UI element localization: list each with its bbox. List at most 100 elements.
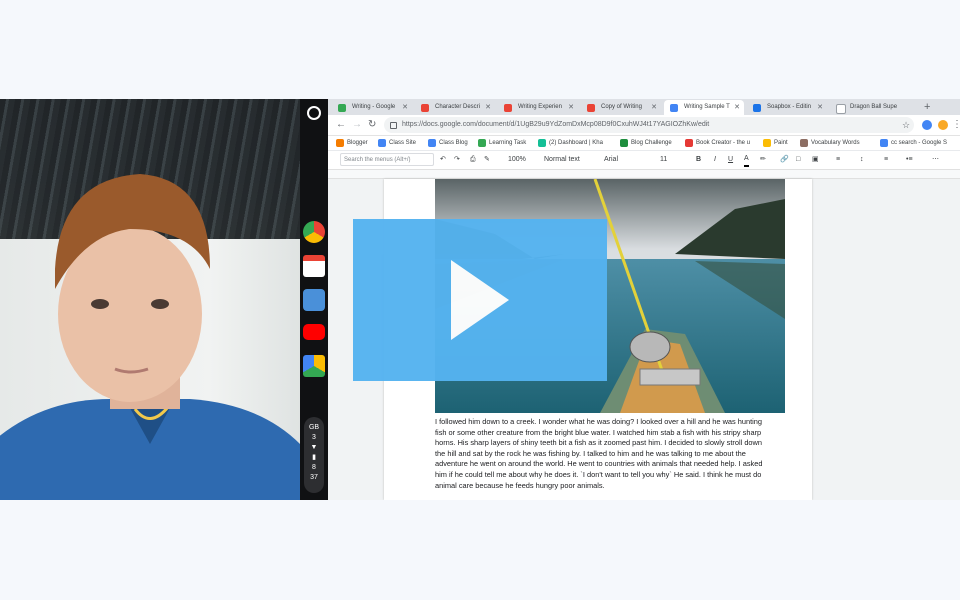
tab[interactable]: Dragon Ball Supe: [830, 100, 910, 115]
tab-label: Writing Experien: [518, 104, 562, 110]
forward-icon[interactable]: →: [352, 117, 362, 133]
bookmark-star-icon[interactable]: ☆: [902, 117, 910, 133]
highlight-icon[interactable]: ✏: [760, 153, 766, 167]
paint-format-icon[interactable]: ✎: [484, 153, 490, 167]
bookmark-label: cc search - Google S: [891, 140, 948, 146]
page-icon: [836, 104, 846, 114]
close-icon[interactable]: ✕: [402, 100, 408, 115]
paint-icon: [763, 139, 771, 147]
webcam-feed: [0, 99, 300, 500]
bookmark-label: (2) Dashboard | Kha: [549, 140, 603, 146]
close-icon[interactable]: ✕: [734, 100, 740, 115]
tab-active[interactable]: Writing Sample T ✕: [664, 100, 744, 115]
tab-label: Writing - Google: [352, 104, 396, 110]
checklist-icon[interactable]: ≡: [884, 153, 888, 167]
line-spacing-icon[interactable]: ↕: [860, 153, 864, 167]
tab[interactable]: Character Descri ✕: [415, 100, 495, 115]
wifi-icon: ▼: [310, 444, 318, 451]
bookmark-item[interactable]: Blogger: [336, 136, 368, 150]
bullet-list-icon[interactable]: •≡: [906, 153, 913, 167]
font-select[interactable]: Arial: [604, 153, 618, 167]
docs-icon: [670, 104, 678, 112]
tab-label: Soapbox - Editin: [767, 104, 812, 110]
reload-icon[interactable]: ↻: [368, 117, 376, 133]
bookmark-item[interactable]: Paint: [763, 136, 788, 150]
bookmark-label: Vocabulary Words: [811, 140, 860, 146]
close-icon[interactable]: ✕: [817, 100, 823, 115]
ruler[interactable]: [328, 170, 960, 179]
soapbox-icon: [753, 104, 761, 112]
chrome-icon[interactable]: [303, 221, 325, 243]
address-bar[interactable]: https://docs.google.com/document/d/1UgB2…: [384, 117, 914, 133]
language-indicator: GB: [308, 424, 320, 431]
redo-icon[interactable]: ↷: [454, 153, 460, 167]
undo-icon[interactable]: ↶: [440, 153, 446, 167]
profile-avatar[interactable]: [938, 120, 948, 130]
bookmark-item[interactable]: Class Blog: [428, 136, 468, 150]
align-icon[interactable]: ≡: [836, 153, 840, 167]
files-icon[interactable]: [303, 289, 325, 311]
close-icon[interactable]: ✕: [651, 100, 657, 115]
site-icon: [378, 139, 386, 147]
comment-icon[interactable]: □: [796, 153, 800, 167]
more-icon[interactable]: ⋯: [932, 153, 939, 167]
print-icon[interactable]: ⎙: [470, 153, 476, 167]
blogger-icon: [428, 139, 436, 147]
status-tray[interactable]: GB 3 ▼ ▮ 8 37: [304, 417, 324, 493]
bookmark-label: Learning Task: [489, 140, 527, 146]
book-icon: [685, 139, 693, 147]
bookmarks-bar: Blogger Class Site Class Blog Learning T…: [328, 136, 960, 151]
launcher-button[interactable]: [307, 106, 321, 120]
search-menus-input[interactable]: Search the menus (Alt+/): [340, 153, 434, 166]
docs-toolbar: Search the menus (Alt+/) ↶ ↷ ⎙ ✎ 100% No…: [328, 151, 960, 170]
tab[interactable]: Writing Experien ✕: [498, 100, 578, 115]
youtube-icon[interactable]: [303, 324, 325, 340]
text-color-button[interactable]: A: [744, 153, 749, 167]
drive-icon[interactable]: [303, 355, 325, 377]
video-play-button[interactable]: [353, 219, 607, 381]
clock-minute: 37: [310, 474, 318, 481]
close-icon[interactable]: ✕: [485, 100, 491, 115]
font-size-select[interactable]: 11: [660, 153, 667, 167]
italic-button[interactable]: I: [714, 153, 716, 167]
document-body-text[interactable]: I followed him down to a creek. I wonder…: [435, 417, 765, 491]
tab-label: Dragon Ball Supe: [850, 104, 898, 110]
bookmark-label: Blog Challenge: [631, 140, 672, 146]
slides-icon: [421, 104, 429, 112]
tab[interactable]: Writing - Google ✕: [332, 100, 412, 115]
slides-icon: [504, 104, 512, 112]
tab[interactable]: Soapbox - Editin ✕: [747, 100, 827, 115]
gmail-icon[interactable]: [303, 255, 325, 277]
tab-label: Copy of Writing: [601, 104, 642, 110]
blog-icon: [620, 139, 628, 147]
vocabulary-icon: [800, 139, 808, 147]
bookmark-item[interactable]: Class Site: [378, 136, 416, 150]
google-icon: [880, 139, 888, 147]
khan-icon: [538, 139, 546, 147]
bookmark-item[interactable]: (2) Dashboard | Kha: [538, 136, 603, 150]
new-tab-button[interactable]: +: [924, 99, 930, 115]
classroom-icon: [478, 139, 486, 147]
bookmark-label: Paint: [774, 140, 788, 146]
underline-button[interactable]: U: [728, 153, 733, 167]
bold-button[interactable]: B: [696, 153, 701, 167]
bookmark-item[interactable]: cc search - Google S: [880, 136, 947, 150]
bookmark-item[interactable]: Vocabulary Words: [800, 136, 860, 150]
link-icon[interactable]: 🔗: [780, 153, 789, 167]
close-icon[interactable]: ✕: [568, 100, 574, 115]
student-figure: [0, 174, 300, 500]
tab-label: Writing Sample T: [684, 104, 730, 110]
blogger-icon: [336, 139, 344, 147]
menu-icon[interactable]: ⋮: [952, 117, 960, 133]
zoom-select[interactable]: 100%: [508, 153, 526, 167]
navigation-bar: ← → ↻ https://docs.google.com/document/d…: [328, 115, 960, 136]
extension-icon[interactable]: [922, 120, 932, 130]
style-select[interactable]: Normal text: [544, 153, 580, 167]
bookmark-item[interactable]: Learning Task: [478, 136, 526, 150]
back-icon[interactable]: ←: [336, 117, 346, 133]
bookmark-item[interactable]: Blog Challenge: [620, 136, 672, 150]
image-icon[interactable]: ▣: [812, 153, 819, 167]
sheets-icon: [338, 104, 346, 112]
tab[interactable]: Copy of Writing ✕: [581, 100, 661, 115]
bookmark-item[interactable]: Book Creator - the u: [685, 136, 750, 150]
